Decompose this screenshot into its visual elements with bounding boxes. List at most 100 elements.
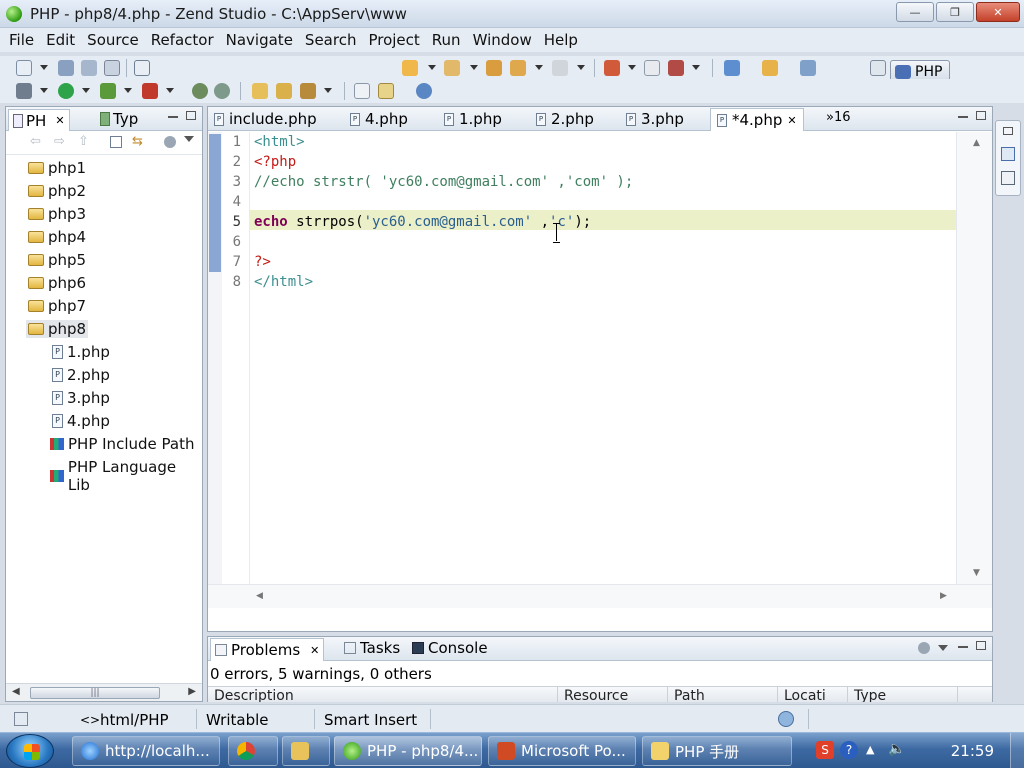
editor-tab-2-php[interactable]: P 2.php — [536, 110, 594, 128]
tree-project-php4[interactable]: php4 — [28, 228, 86, 246]
restore-view-icon[interactable] — [1003, 127, 1013, 135]
open-project-icon[interactable] — [276, 83, 292, 99]
tab-console[interactable]: Console — [412, 639, 488, 657]
update-notification-icon[interactable] — [778, 711, 794, 727]
php-explorer-horizontal-scrollbar[interactable]: ◀ ||| ▶ — [6, 683, 202, 701]
web-browser-icon[interactable] — [800, 60, 816, 76]
editor-tab-3-php[interactable]: P 3.php — [626, 110, 684, 128]
taskbar-powerpoint[interactable]: Microsoft Po... — [488, 736, 636, 766]
tab-tasks[interactable]: Tasks — [344, 639, 400, 657]
menu-navigate[interactable]: Navigate — [221, 31, 298, 49]
close-icon[interactable]: ✕ — [310, 644, 319, 657]
run-dropdown-icon[interactable] — [82, 88, 90, 93]
editor-tabs-overflow[interactable]: »16 — [826, 110, 851, 125]
editor-tab-1-php[interactable]: P 1.php — [444, 110, 502, 128]
blank-page-icon[interactable] — [644, 60, 660, 76]
new-icon[interactable] — [16, 60, 32, 76]
new-dropdown-icon[interactable] — [40, 65, 48, 70]
editor-horizontal-scrollbar[interactable]: ◀ ▶ — [208, 584, 992, 608]
column-description[interactable]: Description — [208, 687, 558, 702]
scroll-right-icon[interactable]: ▶ — [940, 591, 947, 601]
scroll-down-icon[interactable]: ▼ — [973, 568, 980, 578]
column-type[interactable]: Type — [848, 687, 958, 702]
link-with-editor-icon[interactable]: ⇆ — [132, 134, 143, 149]
volume-icon[interactable]: 🔈 — [888, 741, 905, 757]
column-location[interactable]: Locati — [778, 687, 848, 702]
debug-icon[interactable] — [16, 83, 32, 99]
filter-icon[interactable] — [164, 136, 176, 148]
run-last-icon[interactable] — [100, 83, 116, 99]
previous-annotation-dropdown-icon[interactable] — [470, 65, 478, 70]
open-folder-icon[interactable] — [252, 83, 268, 99]
show-desktop-button[interactable] — [1010, 733, 1024, 768]
column-resource[interactable]: Resource — [558, 687, 668, 702]
tab-type-hierarchy[interactable]: Typ — [100, 110, 138, 128]
next-annotation-icon[interactable] — [402, 60, 418, 76]
run-icon[interactable] — [58, 83, 74, 99]
globe-icon[interactable] — [416, 83, 432, 99]
deploy-icon[interactable] — [668, 60, 684, 76]
tree-project-php7[interactable]: php7 — [28, 297, 86, 315]
tree-file-1-php[interactable]: P 1.php — [52, 343, 110, 361]
toggle-block-icon[interactable] — [354, 83, 370, 99]
menu-project[interactable]: Project — [363, 31, 424, 49]
help-icon[interactable]: ? — [840, 741, 858, 759]
tree-php-language-library[interactable]: PHP Language Lib — [50, 458, 202, 494]
back-icon[interactable] — [510, 60, 526, 76]
restore-button[interactable]: ❐ — [936, 2, 974, 22]
maximize-view-icon[interactable] — [976, 641, 986, 650]
profile-dropdown-icon[interactable] — [166, 88, 174, 93]
start-button[interactable] — [6, 734, 54, 768]
menu-run[interactable]: Run — [427, 31, 466, 49]
web-services-icon[interactable] — [214, 83, 230, 99]
editor-tab-include-php[interactable]: Pinclude.php — [214, 110, 317, 128]
code-text-area[interactable]: 1 2 3 4 5 6 7 8 <html> <?php //echo strs… — [208, 132, 992, 608]
view-menu-icon[interactable] — [184, 136, 194, 142]
search-tool-icon[interactable] — [300, 83, 316, 99]
maximize-view-icon[interactable] — [186, 111, 196, 120]
fast-view-icon[interactable] — [14, 712, 28, 726]
tree-file-4-php[interactable]: P 4.php — [52, 412, 110, 430]
forward-nav-icon[interactable]: ⇨ — [54, 134, 65, 149]
up-nav-icon[interactable]: ⇧ — [78, 134, 89, 149]
tree-file-2-php[interactable]: P 2.php — [52, 366, 110, 384]
menu-refactor[interactable]: Refactor — [146, 31, 219, 49]
profile-icon[interactable] — [142, 83, 158, 99]
save-all-icon[interactable] — [81, 60, 97, 76]
menu-search[interactable]: Search — [300, 31, 362, 49]
tab-problems[interactable]: Problems ✕ — [210, 638, 325, 661]
menu-edit[interactable]: Edit — [41, 31, 80, 49]
menu-source[interactable]: Source — [82, 31, 144, 49]
last-edit-location-icon[interactable] — [486, 60, 502, 76]
minimize-view-icon[interactable] — [958, 646, 968, 648]
forward-dropdown-icon[interactable] — [577, 65, 585, 70]
scroll-right-icon[interactable]: ▶ — [188, 686, 196, 697]
external-tools-icon[interactable] — [192, 83, 208, 99]
debug-dropdown-icon[interactable] — [40, 88, 48, 93]
breakpoint-dropdown-icon[interactable] — [628, 65, 636, 70]
input-method-icon[interactable]: S — [816, 741, 834, 759]
minimize-view-icon[interactable] — [168, 116, 178, 118]
column-path[interactable]: Path — [668, 687, 778, 702]
tree-project-php1[interactable]: php1 — [28, 159, 86, 177]
mark-occurrences-icon[interactable] — [378, 83, 394, 99]
menu-help[interactable]: Help — [539, 31, 583, 49]
toggle-breakpoint-icon[interactable] — [604, 60, 620, 76]
scroll-left-icon[interactable]: ◀ — [256, 591, 263, 601]
taskbar-zend-studio[interactable]: PHP - php8/4... — [334, 736, 482, 766]
editor-vertical-scrollbar[interactable]: ▲ ▼ — [956, 132, 992, 608]
tree-project-php2[interactable]: php2 — [28, 182, 86, 200]
new-php-file-icon[interactable] — [134, 60, 150, 76]
search-dropdown-icon[interactable] — [324, 88, 332, 93]
taskbar-ie[interactable]: http://localh... — [72, 736, 220, 766]
tab-php-explorer[interactable]: PH ✕ — [8, 109, 70, 131]
scroll-up-icon[interactable]: ▲ — [973, 138, 980, 148]
taskbar-clock[interactable]: 21:59 — [951, 742, 994, 760]
forward-icon[interactable] — [552, 60, 568, 76]
tree-project-php5[interactable]: php5 — [28, 251, 86, 269]
maximize-view-icon[interactable] — [976, 111, 986, 120]
task-view-icon[interactable] — [1001, 171, 1015, 185]
tree-project-php6[interactable]: php6 — [28, 274, 86, 292]
taskbar-explorer[interactable] — [282, 736, 330, 766]
close-icon[interactable]: ✕ — [55, 114, 64, 127]
